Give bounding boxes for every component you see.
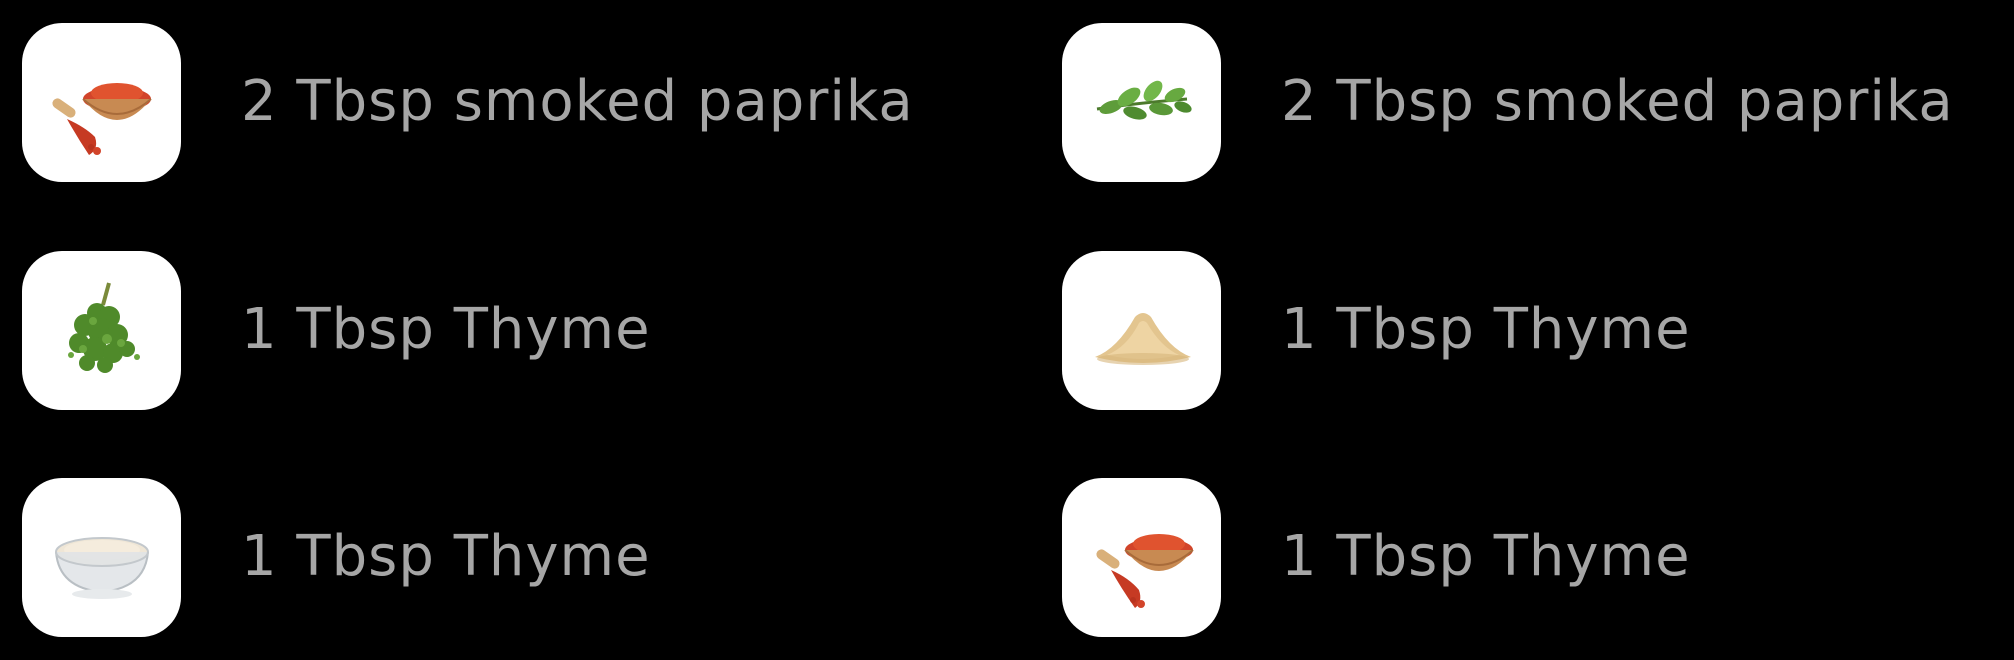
ingredient-label: 1 Tbsp Thyme	[241, 297, 651, 362]
ingredient-label: 1 Tbsp Thyme	[241, 524, 651, 589]
ingredient-item[interactable]: 1 Tbsp Thyme	[1062, 250, 1691, 410]
ingredient-item[interactable]: 2 Tbsp smoked paprika	[1062, 22, 1954, 182]
ingredient-image	[22, 477, 181, 637]
glass-bowl-powder-icon	[54, 537, 149, 599]
ingredient-image	[22, 250, 181, 410]
ingredient-image	[1062, 477, 1221, 637]
ingredient-item[interactable]: 1 Tbsp Thyme	[22, 477, 651, 637]
ingredient-label: 2 Tbsp smoked paprika	[1281, 69, 1954, 134]
paprika-bowl-icon	[1095, 534, 1194, 608]
powder-pile-icon	[1094, 313, 1191, 365]
ingredient-item[interactable]: 1 Tbsp Thyme	[1062, 477, 1691, 637]
ingredient-image	[1062, 250, 1221, 410]
ingredient-label: 1 Tbsp Thyme	[1281, 297, 1691, 362]
ingredient-label: 1 Tbsp Thyme	[1281, 524, 1691, 589]
ingredient-label: 2 Tbsp smoked paprika	[241, 69, 914, 134]
paprika-bowl-icon	[51, 83, 152, 155]
herb-leaves-icon	[1096, 80, 1192, 120]
ingredient-image	[22, 22, 181, 182]
ingredient-item[interactable]: 1 Tbsp Thyme	[22, 250, 651, 410]
ingredient-image	[1062, 22, 1221, 182]
ingredient-item[interactable]: 2 Tbsp smoked paprika	[22, 22, 914, 182]
thyme-bunch-icon	[67, 282, 140, 373]
